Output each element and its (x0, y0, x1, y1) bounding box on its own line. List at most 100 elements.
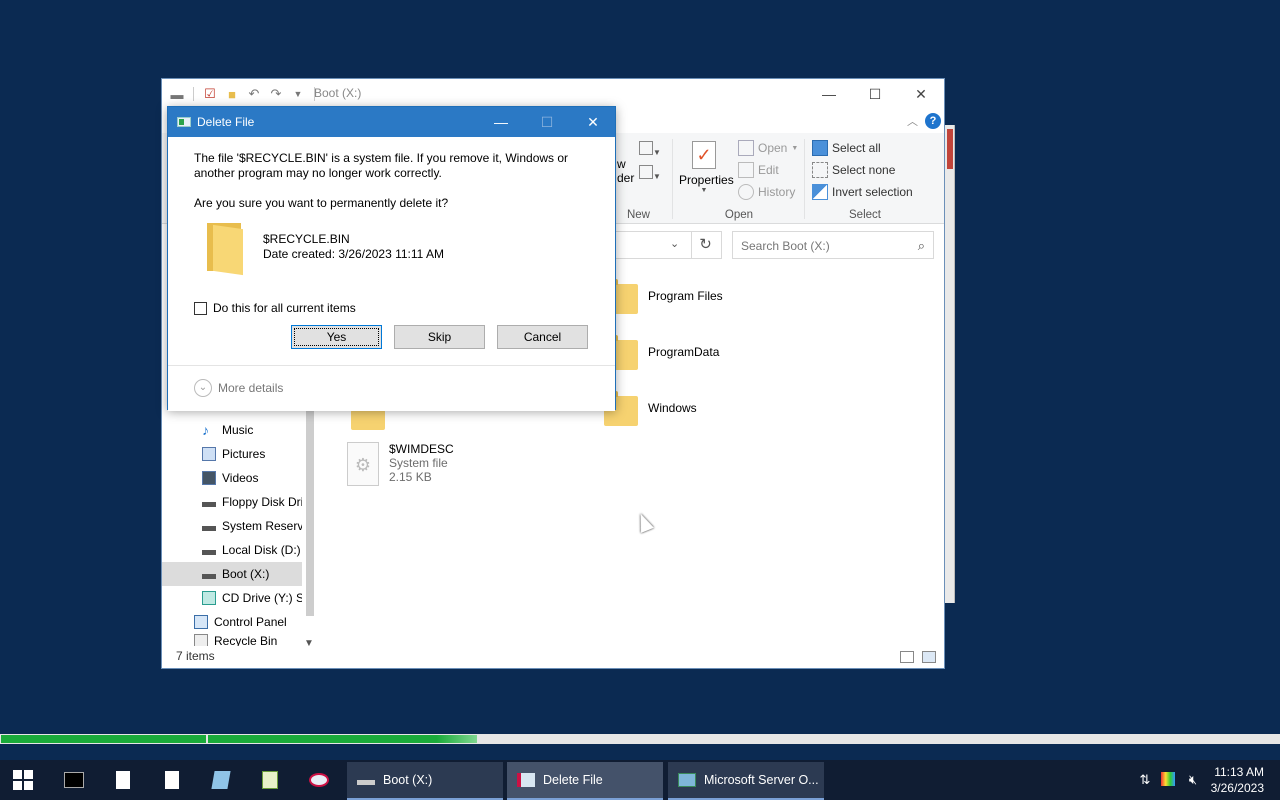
customize-toolbar-icon[interactable]: ▼ (289, 85, 307, 103)
new-folder-label-part2[interactable]: der (617, 171, 634, 185)
apply-to-all-checkbox[interactable]: Do this for all current items (194, 301, 356, 315)
select-all-label: Select all (832, 141, 881, 155)
control-panel-icon (194, 615, 208, 629)
open-icon (738, 140, 754, 156)
history-button[interactable]: History (738, 181, 798, 203)
nav-item-label: Boot (X:) (222, 567, 270, 581)
details-view-icon[interactable] (900, 651, 914, 663)
file-size: 2.15 KB (389, 470, 432, 484)
edit-label: Edit (758, 163, 779, 177)
open-label: Open (758, 141, 788, 155)
status-bar: 7 items (162, 646, 944, 668)
cd-drive-icon (202, 591, 216, 605)
properties-icon: ✓ (692, 141, 716, 169)
properties-quick-icon[interactable]: ☑ (201, 85, 219, 103)
checkbox-box[interactable] (194, 301, 207, 315)
nav-item-boot-x[interactable]: Boot (X:) (162, 562, 302, 586)
network-icon[interactable]: ⇅ (1137, 772, 1153, 788)
select-none-icon (812, 162, 828, 178)
taskbar-item-server-manager[interactable]: Microsoft Server O... (668, 762, 824, 800)
select-all-button[interactable]: Select all (812, 137, 913, 159)
nav-item-system-reserved[interactable]: System Reserve (162, 514, 302, 538)
help-icon[interactable]: ? (925, 113, 941, 129)
refresh-icon[interactable]: ↻ (691, 232, 719, 258)
history-icon (738, 184, 754, 200)
copy-to-icon[interactable]: ▼ (639, 141, 661, 158)
task-label: Boot (X:) (383, 773, 433, 787)
invert-selection-icon (812, 184, 828, 200)
more-details-label: More details (218, 381, 284, 395)
group-label-new: New (626, 209, 650, 221)
nav-item-pictures[interactable]: Pictures (162, 442, 302, 466)
nav-item-music[interactable]: ♪ Music (162, 418, 302, 442)
color-icon[interactable] (1161, 772, 1177, 788)
file-item-program-files[interactable]: Program Files (604, 279, 723, 314)
select-none-button[interactable]: Select none (812, 159, 913, 181)
nav-item-floppy[interactable]: Floppy Disk Dri (162, 490, 302, 514)
nav-item-label: Floppy Disk Dri (222, 495, 302, 509)
minimize-button[interactable]: — (478, 107, 524, 137)
search-input[interactable]: Search Boot (X:) ⌕ (732, 231, 934, 259)
terminal-icon[interactable] (63, 769, 85, 791)
progress-segment (208, 735, 477, 743)
undo-icon[interactable]: ↶ (245, 85, 263, 103)
taskbar-item-delete-file[interactable]: Delete File (507, 762, 663, 800)
speaker-muted-icon[interactable]: 🔇︎ (1185, 772, 1201, 788)
start-button[interactable] (12, 769, 34, 791)
notepad-icon[interactable] (210, 769, 232, 791)
new-folder-quick-icon[interactable]: ■ (223, 85, 241, 103)
redo-icon[interactable]: ↷ (267, 85, 285, 103)
search-placeholder: Search Boot (X:) (741, 239, 830, 253)
document-icon[interactable] (112, 769, 134, 791)
explorer-titlebar: ▬ ☑ ■ ↶ ↷ ▼ Boot (X:) — ☐ ✕ (162, 79, 944, 109)
close-button[interactable]: ✕ (898, 79, 944, 109)
item-count: 7 items (176, 649, 215, 663)
nav-item-local-disk-d[interactable]: Local Disk (D:) (162, 538, 302, 562)
system-file-icon: ⚙ (347, 442, 379, 486)
open-button[interactable]: Open ▼ (738, 137, 798, 159)
drive-icon (202, 569, 216, 579)
nav-item-videos[interactable]: Videos (162, 466, 302, 490)
nav-item-control-panel[interactable]: Control Panel (162, 610, 302, 634)
nav-item-label: CD Drive (Y:) S: (222, 591, 302, 605)
task-label: Delete File (543, 773, 603, 787)
properties-button[interactable]: ✓ Properties ▼ (679, 141, 734, 194)
large-icons-view-icon[interactable] (922, 651, 936, 663)
file-item-wimdesc[interactable]: ⚙ $WIMDESC System file 2.15 KB (347, 442, 454, 486)
maximize-button[interactable]: ☐ (852, 79, 898, 109)
select-none-label: Select none (832, 163, 896, 177)
drive-icon (202, 521, 216, 531)
close-button[interactable]: ✕ (570, 107, 616, 137)
pictures-icon (202, 447, 216, 461)
edit-icon (738, 162, 754, 178)
file-name: $WIMDESC (389, 442, 454, 456)
file-type: System file (389, 456, 448, 470)
chevron-down-icon[interactable]: ⌄ (670, 237, 679, 250)
new-folder-label-part[interactable]: w (617, 157, 626, 171)
minimize-button[interactable]: — (806, 79, 852, 109)
file-item-programdata[interactable]: ProgramData (604, 335, 719, 370)
properties-label: Properties (679, 173, 734, 187)
collapse-ribbon-icon[interactable]: ︿ (907, 113, 918, 129)
skip-button[interactable]: Skip (394, 325, 485, 349)
dialog-footer: ⌄ More details (168, 365, 615, 411)
file-item-windows[interactable]: Windows (604, 391, 697, 426)
invert-selection-button[interactable]: Invert selection (812, 181, 913, 203)
yes-button[interactable]: Yes (291, 325, 382, 349)
edit-button[interactable]: Edit (738, 159, 798, 181)
more-details-toggle[interactable]: ⌄ More details (194, 379, 283, 397)
server-icon (678, 773, 696, 787)
group-label-open: Open (724, 209, 754, 221)
clock[interactable]: 11:13 AM 3/26/2023 (1211, 764, 1264, 796)
move-to-icon[interactable]: ▼ (639, 165, 661, 182)
document-icon[interactable] (161, 769, 183, 791)
nav-item-cd-drive[interactable]: CD Drive (Y:) S: (162, 586, 302, 610)
dialog-titlebar: Delete File — ☐ ✕ (168, 107, 615, 137)
paint-icon[interactable] (308, 769, 330, 791)
window-title: Boot (X:) (314, 86, 362, 100)
nav-item-label: Local Disk (D:) (222, 543, 301, 557)
cancel-button[interactable]: Cancel (497, 325, 588, 349)
ribbon-divider (672, 139, 673, 219)
taskbar-item-boot-x[interactable]: Boot (X:) (347, 762, 503, 800)
checklist-icon[interactable] (259, 769, 281, 791)
